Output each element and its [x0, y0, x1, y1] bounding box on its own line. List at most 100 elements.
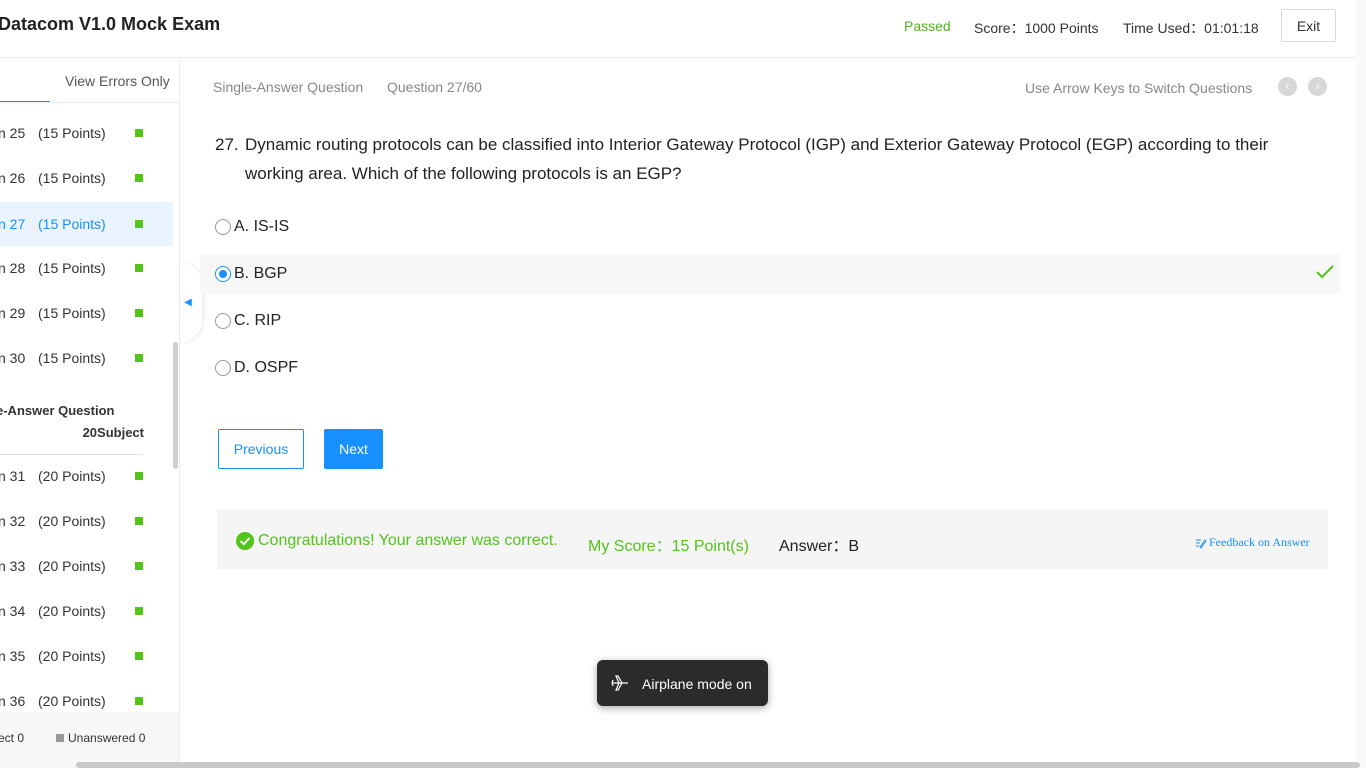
radio-button[interactable]: [215, 313, 231, 329]
check-circle-icon: [236, 532, 254, 550]
question-progress: Question 27/60: [387, 79, 482, 95]
question-points: (15 Points): [38, 350, 106, 366]
caret-left-icon: ◀: [184, 296, 192, 308]
next-question-arrow-icon[interactable]: ›: [1308, 77, 1327, 96]
option-label: A. IS-IS: [234, 218, 290, 235]
question-number: n 30: [0, 350, 26, 366]
sidebar-question-26[interactable]: n 26 (15 Points): [0, 156, 173, 200]
correct-marker: [135, 517, 143, 525]
sidebar-question-28[interactable]: n 28 (15 Points): [0, 246, 173, 290]
option-a[interactable]: A. IS-IS: [200, 207, 1340, 247]
question-number: n 29: [0, 305, 26, 321]
radio-button[interactable]: [215, 360, 231, 376]
question-type: Single-Answer Question: [213, 79, 364, 95]
option-label: B. BGP: [234, 265, 288, 282]
question-points: (15 Points): [38, 260, 106, 276]
sidebar-question-30[interactable]: n 30 (15 Points): [0, 336, 173, 380]
question-points: (15 Points): [38, 125, 106, 141]
question-number: n 31: [0, 468, 26, 484]
question-number: n 28: [0, 260, 26, 276]
question-number: n 33: [0, 558, 26, 574]
question-points: (20 Points): [38, 558, 106, 574]
correct-marker: [135, 129, 143, 137]
page-horizontal-scrollbar[interactable]: [76, 762, 1360, 768]
option-label: C. RIP: [234, 312, 282, 329]
feedback-link[interactable]: Feedback on Answer: [1195, 535, 1310, 550]
question-points: (20 Points): [38, 513, 106, 529]
correct-marker: [135, 562, 143, 570]
question-points: (20 Points): [38, 603, 106, 619]
airplane-icon: [611, 675, 628, 691]
question-points: (20 Points): [38, 693, 106, 709]
correct-marker: [135, 354, 143, 362]
answer-result-panel: Congratulations! Your answer was correct…: [217, 509, 1328, 569]
question-text: Dynamic routing protocols can be classif…: [245, 135, 1269, 183]
question-sidebar: View Errors Only n 25 (15 Points) n 26 (…: [0, 59, 180, 768]
correct-marker: [135, 174, 143, 182]
keyboard-hint: Use Arrow Keys to Switch Questions: [1025, 80, 1253, 96]
unanswered-label: Unanswered 0: [68, 731, 146, 745]
total-score: Score：1000 Points: [974, 20, 1099, 36]
radio-button[interactable]: [215, 219, 231, 235]
sidebar-question-35[interactable]: n 35 (20 Points): [0, 634, 173, 678]
next-button[interactable]: Next: [324, 429, 383, 469]
sidebar-question-27[interactable]: n 27 (15 Points): [0, 202, 173, 246]
prev-question-arrow-icon[interactable]: ‹: [1278, 77, 1297, 96]
tab-view-errors-only[interactable]: View Errors Only: [65, 73, 170, 89]
section-count: 20Subject: [82, 425, 144, 440]
correct-count: ect 0: [0, 731, 25, 745]
question-number: n 27: [0, 216, 26, 232]
header-bar: Datacom V1.0 Mock Exam Passed Score：1000…: [0, 0, 1366, 58]
airplane-mode-toast: Airplane mode on: [597, 660, 768, 706]
question-number: n 35: [0, 648, 26, 664]
correct-marker: [135, 472, 143, 480]
correct-marker: [135, 309, 143, 317]
section-title: e-Answer Question: [0, 403, 115, 418]
correct-answer: Answer：B: [779, 538, 860, 555]
correct-marker: [135, 264, 143, 272]
question-points: (20 Points): [38, 468, 106, 484]
question-number: n 36: [0, 693, 26, 709]
question-number-label: 27.: [215, 135, 239, 154]
sidebar-question-29[interactable]: n 29 (15 Points): [0, 291, 173, 335]
option-b[interactable]: B. BGP: [200, 254, 1340, 294]
edit-icon: [1196, 538, 1207, 549]
pass-status: Passed: [904, 18, 951, 34]
collapse-sidebar-toggle[interactable]: ◀: [180, 262, 202, 342]
my-score: My Score：15 Point(s): [588, 538, 749, 555]
sidebar-legend: ect 0 Unanswered 0: [0, 712, 179, 768]
checkmark-icon: [1316, 265, 1334, 279]
section-heading: e-Answer Question 20Subject: [0, 403, 144, 440]
page-vertical-scrollbar[interactable]: [1356, 0, 1366, 768]
sidebar-question-32[interactable]: n 32 (20 Points): [0, 499, 173, 543]
option-label: D. OSPF: [234, 359, 299, 376]
sidebar-question-33[interactable]: n 33 (20 Points): [0, 544, 173, 588]
correct-marker: [135, 607, 143, 615]
sidebar-question-34[interactable]: n 34 (20 Points): [0, 589, 173, 633]
question-points: (15 Points): [38, 305, 106, 321]
correct-marker: [135, 697, 143, 705]
sidebar-question-25[interactable]: n 25 (15 Points): [0, 111, 173, 155]
time-used: Time Used：01:01:18: [1123, 20, 1259, 36]
toast-label: Airplane mode on: [642, 676, 752, 692]
question-number: n 26: [0, 170, 26, 186]
sidebar-scrollbar[interactable]: [173, 342, 178, 469]
exam-page: Datacom V1.0 Mock Exam Passed Score：1000…: [0, 0, 1366, 768]
tab-all-questions[interactable]: [0, 59, 50, 103]
unanswered-count: Unanswered 0: [56, 731, 145, 745]
exit-button[interactable]: Exit: [1281, 9, 1336, 42]
question-number: n 25: [0, 125, 26, 141]
radio-button-selected[interactable]: [215, 266, 231, 282]
result-message: Congratulations! Your answer was correct…: [258, 532, 558, 549]
option-d[interactable]: D. OSPF: [200, 348, 1340, 388]
sidebar-question-31[interactable]: n 31 (20 Points): [0, 454, 173, 498]
feedback-label: Feedback on Answer: [1209, 535, 1310, 549]
question-number: n 32: [0, 513, 26, 529]
correct-marker: [135, 652, 143, 660]
unanswered-swatch: [56, 734, 64, 742]
question-number: n 34: [0, 603, 26, 619]
question-points: (15 Points): [38, 216, 106, 232]
previous-button[interactable]: Previous: [218, 429, 304, 469]
option-c[interactable]: C. RIP: [200, 301, 1340, 341]
correct-marker: [135, 220, 143, 228]
